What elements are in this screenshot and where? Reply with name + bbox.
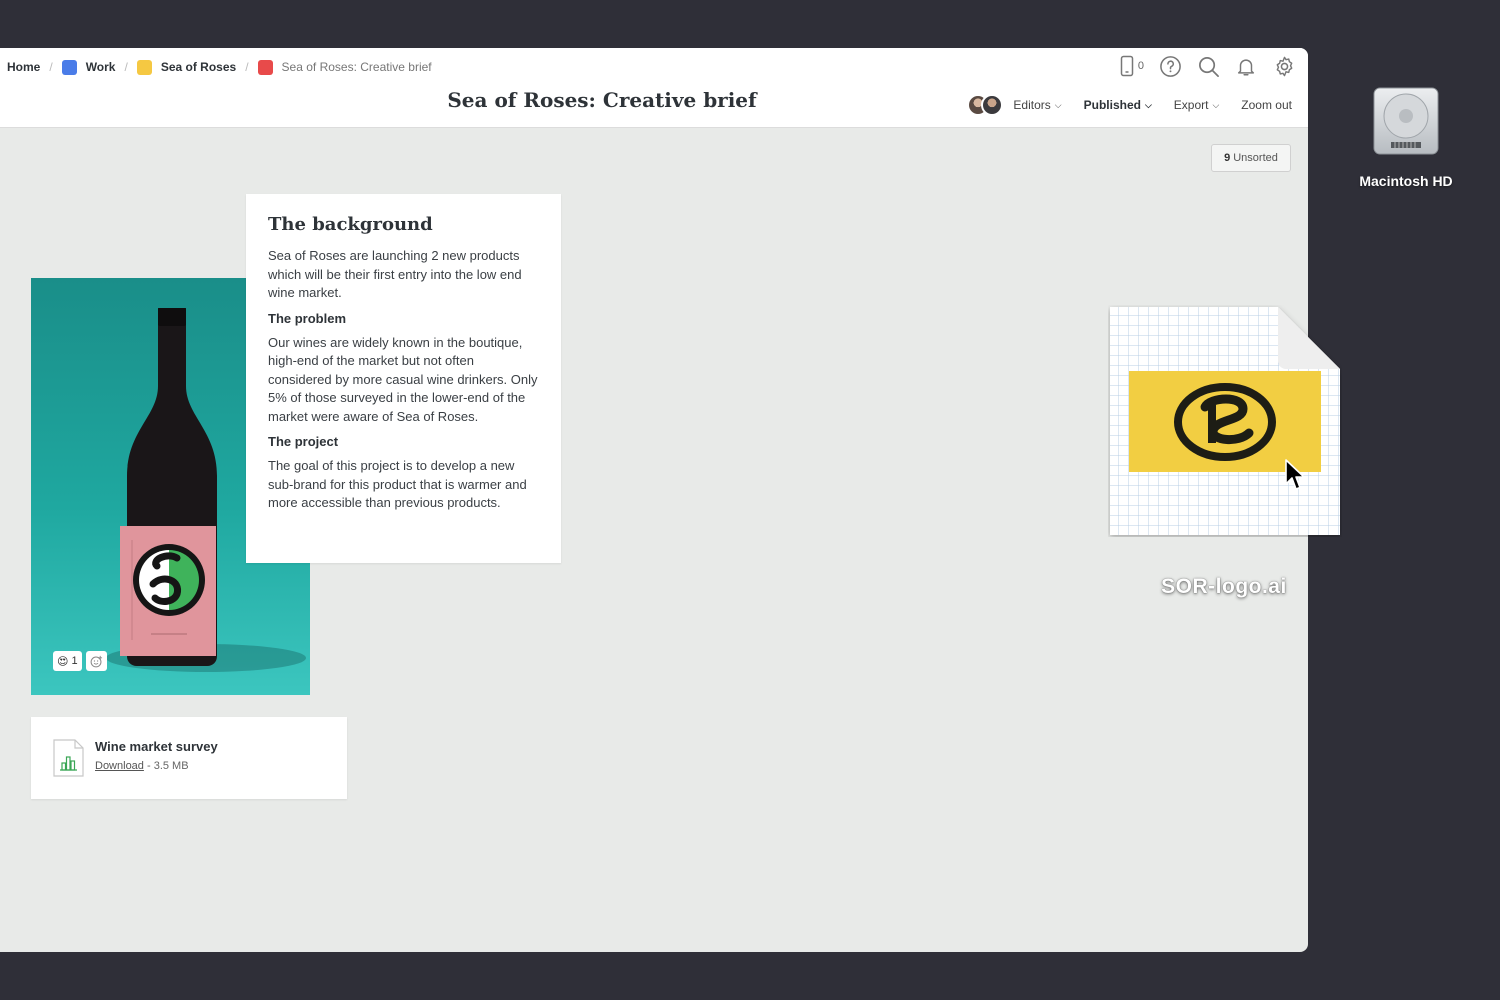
breadcrumb-separator: / [124, 60, 128, 74]
file-name: Wine market survey [95, 739, 218, 754]
breadcrumb: Home / Work / Sea of Roses / Sea of Rose… [7, 58, 432, 76]
board-toolbar: Editors ⌵ Published ⌵ Export ⌵ Zoom out [967, 94, 1292, 116]
note-subheading: The project [268, 434, 339, 449]
settings-button[interactable] [1272, 54, 1296, 78]
editor-avatars[interactable] [967, 94, 1004, 116]
hard-drive-icon [1373, 87, 1439, 155]
unsorted-count: 9 [1224, 152, 1231, 164]
export-dropdown[interactable]: Export ⌵ [1174, 98, 1220, 112]
chevron-down-icon: ⌵ [1212, 99, 1220, 110]
note-subheading: The problem [268, 310, 347, 326]
device-button[interactable]: 0 [1120, 55, 1144, 77]
chevron-down-icon: ⌵ [1144, 99, 1152, 110]
chevron-down-icon: ⌵ [1054, 99, 1062, 110]
avatar [981, 94, 1004, 116]
breadcrumb-home[interactable]: Home [7, 60, 40, 74]
breadcrumb-work[interactable]: Work [61, 59, 116, 75]
breadcrumb-label: Sea of Roses: Creative brief [281, 60, 432, 74]
heart-eyes-emoji-icon: 😍 [57, 655, 69, 668]
breadcrumb-label: Sea of Roses [160, 60, 237, 74]
help-icon [1159, 55, 1181, 77]
note-paragraph: The goal of this project is to develop a… [268, 458, 527, 510]
device-count: 0 [1137, 60, 1144, 72]
file-size: - 3.5 MB [146, 760, 189, 772]
breadcrumb-label: Work [85, 60, 116, 74]
search-button[interactable] [1196, 54, 1220, 78]
editors-dropdown[interactable]: Editors ⌵ [1013, 98, 1061, 112]
mouse-cursor-icon [1285, 459, 1305, 490]
top-icons: 0 [1120, 54, 1296, 78]
macintosh-hd-drive[interactable]: Macintosh HD [1350, 86, 1462, 189]
editors-label: Editors [1013, 98, 1051, 112]
phone-icon [1120, 55, 1134, 77]
help-button[interactable] [1158, 54, 1182, 78]
published-label: Published [1083, 98, 1141, 112]
file-meta: Download - 3.5 MB [95, 760, 189, 772]
breadcrumb-sea-of-roses[interactable]: Sea of Roses [136, 59, 237, 75]
board-color-icon [257, 59, 273, 75]
spreadsheet-file-icon [53, 739, 84, 777]
gear-icon [1276, 56, 1292, 76]
bell-icon [1237, 58, 1255, 75]
notifications-button[interactable] [1234, 54, 1258, 78]
drive-label: Macintosh HD [1359, 173, 1453, 189]
unsorted-button[interactable]: 9 Unsorted [1211, 144, 1291, 172]
reactions: 😍 1 [53, 651, 107, 671]
add-reaction-icon [90, 655, 102, 667]
board-color-icon [136, 59, 152, 75]
note-paragraph: Sea of Roses are launching 2 new product… [268, 248, 522, 300]
published-dropdown[interactable]: Published ⌵ [1084, 98, 1152, 112]
add-reaction-button[interactable] [85, 651, 107, 671]
note-card[interactable]: The background Sea of Roses are launchin… [246, 194, 561, 563]
board-color-icon [61, 59, 77, 75]
dragged-file-label: SOR-logo.ai [1161, 575, 1287, 598]
illustrator-file-icon[interactable] [1108, 305, 1342, 537]
download-link[interactable]: Download [95, 760, 144, 772]
breadcrumb-separator: / [245, 60, 249, 74]
unsorted-label: Unsorted [1233, 152, 1278, 164]
zoom-out-button[interactable]: Zoom out [1241, 98, 1292, 112]
reaction-count: 1 [71, 655, 78, 667]
breadcrumb-separator: / [49, 60, 53, 74]
note-heading: The background [268, 214, 433, 235]
top-bar: Home / Work / Sea of Roses / Sea of Rose… [0, 48, 1308, 128]
breadcrumb-current: Sea of Roses: Creative brief [257, 59, 432, 75]
file-card[interactable]: Wine market survey Download - 3.5 MB [31, 717, 347, 799]
export-label: Export [1173, 98, 1209, 112]
note-paragraph: Our wines are widely known in the boutiq… [268, 334, 538, 424]
reaction-badge[interactable]: 😍 1 [53, 651, 82, 671]
search-icon [1198, 56, 1219, 77]
